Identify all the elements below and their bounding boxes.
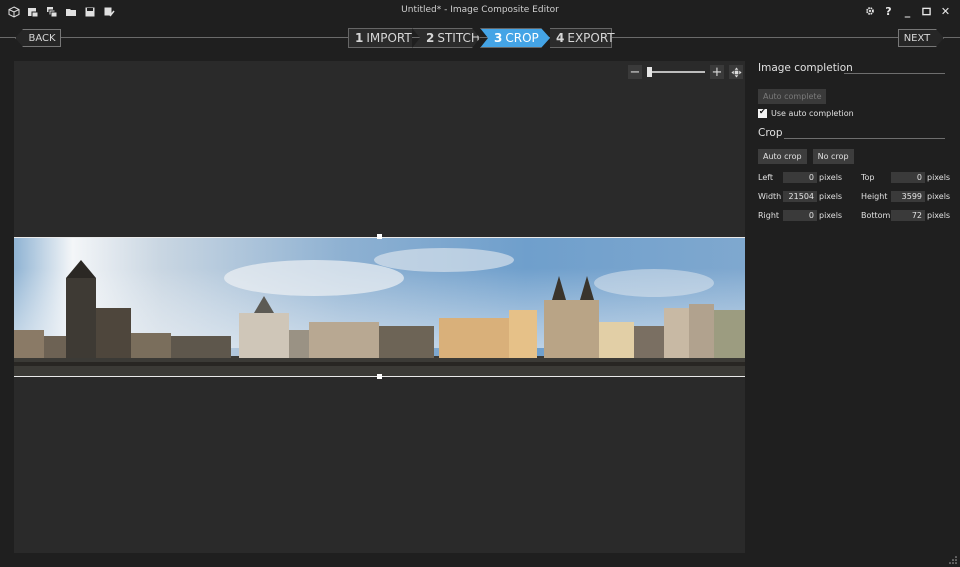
help-icon[interactable]: ? (882, 3, 895, 19)
use-auto-completion-checkbox[interactable] (758, 107, 767, 118)
step-import[interactable]: 1 IMPORT (348, 28, 412, 48)
step-number: 2 (426, 31, 435, 45)
crop-section: Crop (758, 127, 948, 143)
zoom-control: − + (628, 65, 743, 79)
height-input[interactable]: 3599 (891, 191, 925, 202)
section-divider (784, 138, 945, 139)
height-label: Height (861, 192, 888, 201)
step-number: 3 (494, 31, 503, 45)
step-number: 4 (556, 31, 565, 45)
width-input[interactable]: 21504 (783, 191, 817, 202)
step-label: STITCH (437, 31, 480, 45)
unit-label: pixels (927, 211, 951, 220)
unit-label: pixels (927, 192, 951, 201)
width-field: Width 21504 pixels (758, 191, 842, 202)
top-field: Top 0 pixels (861, 172, 950, 183)
window-title: Untitled* - Image Composite Editor (401, 5, 559, 15)
panorama-picture (14, 238, 745, 376)
wizard-steps: 1 IMPORT 2 STITCH 3 CROP 4 EXPORT (348, 28, 615, 48)
no-crop-button[interactable]: No crop (812, 149, 854, 164)
bottom-label: Bottom (861, 211, 891, 220)
bottom-field: Bottom 72 pixels (861, 210, 950, 221)
right-field: Right 0 pixels (758, 210, 842, 221)
step-navigation: BACK 1 IMPORT 2 STITCH 3 CROP 4 EXPORT NEXT (0, 26, 960, 50)
crop-handle-bottom[interactable] (377, 374, 382, 379)
back-button[interactable]: BACK (15, 29, 61, 47)
step-label: IMPORT (366, 31, 412, 45)
fit-to-window-icon[interactable] (729, 65, 743, 79)
zoom-slider[interactable] (647, 65, 705, 79)
step-export[interactable]: 4 EXPORT (550, 28, 615, 48)
top-label: Top (861, 173, 875, 182)
left-field: Left 0 pixels (758, 172, 842, 183)
crop-fields: Left 0 pixels Top 0 pixels Width 21504 p… (758, 172, 950, 232)
image-canvas[interactable]: − + (14, 61, 745, 553)
crop-heading: Crop (758, 127, 783, 139)
window-controls: ? _ ✕ (863, 3, 952, 19)
use-auto-completion-label: Use auto completion (771, 109, 854, 118)
zoom-slider-thumb[interactable] (647, 67, 652, 77)
maximize-icon[interactable] (920, 3, 933, 19)
image-completion-heading: Image completion (758, 62, 853, 74)
unit-label: pixels (819, 192, 843, 201)
zoom-out-button[interactable]: − (628, 65, 642, 79)
auto-complete-button[interactable]: Auto complete (758, 89, 827, 104)
step-label: EXPORT (567, 31, 615, 45)
top-input[interactable]: 0 (891, 172, 925, 183)
resize-grip-icon[interactable] (949, 556, 957, 564)
right-input[interactable]: 0 (783, 210, 817, 221)
title-bar: Untitled* - Image Composite Editor ? _ ✕ (0, 0, 960, 24)
step-label: CROP (505, 31, 539, 45)
options-panel: Image completion Auto complete Use auto … (758, 62, 950, 232)
crop-handle-top[interactable] (377, 234, 382, 239)
zoom-in-button[interactable]: + (710, 65, 724, 79)
left-label: Left (758, 173, 774, 182)
zoom-slider-track (647, 71, 705, 73)
close-icon[interactable]: ✕ (939, 3, 952, 19)
section-divider (844, 73, 945, 74)
minimize-icon[interactable]: _ (901, 3, 914, 19)
unit-label: pixels (819, 173, 843, 182)
panorama-image[interactable] (14, 237, 745, 377)
auto-crop-button[interactable]: Auto crop (758, 149, 807, 164)
step-crop[interactable]: 3 CROP (480, 28, 550, 48)
bottom-input[interactable]: 72 (891, 210, 925, 221)
step-stitch[interactable]: 2 STITCH (412, 28, 480, 48)
left-input[interactable]: 0 (783, 172, 817, 183)
next-button[interactable]: NEXT (898, 29, 944, 47)
image-completion-section: Image completion (758, 62, 948, 78)
width-label: Width (758, 192, 782, 201)
unit-label: pixels (819, 211, 843, 220)
unit-label: pixels (927, 173, 951, 182)
settings-icon[interactable] (863, 3, 876, 19)
use-auto-completion-row[interactable]: Use auto completion (758, 107, 948, 118)
step-number: 1 (355, 31, 364, 45)
height-field: Height 3599 pixels (861, 191, 950, 202)
right-label: Right (758, 211, 780, 220)
